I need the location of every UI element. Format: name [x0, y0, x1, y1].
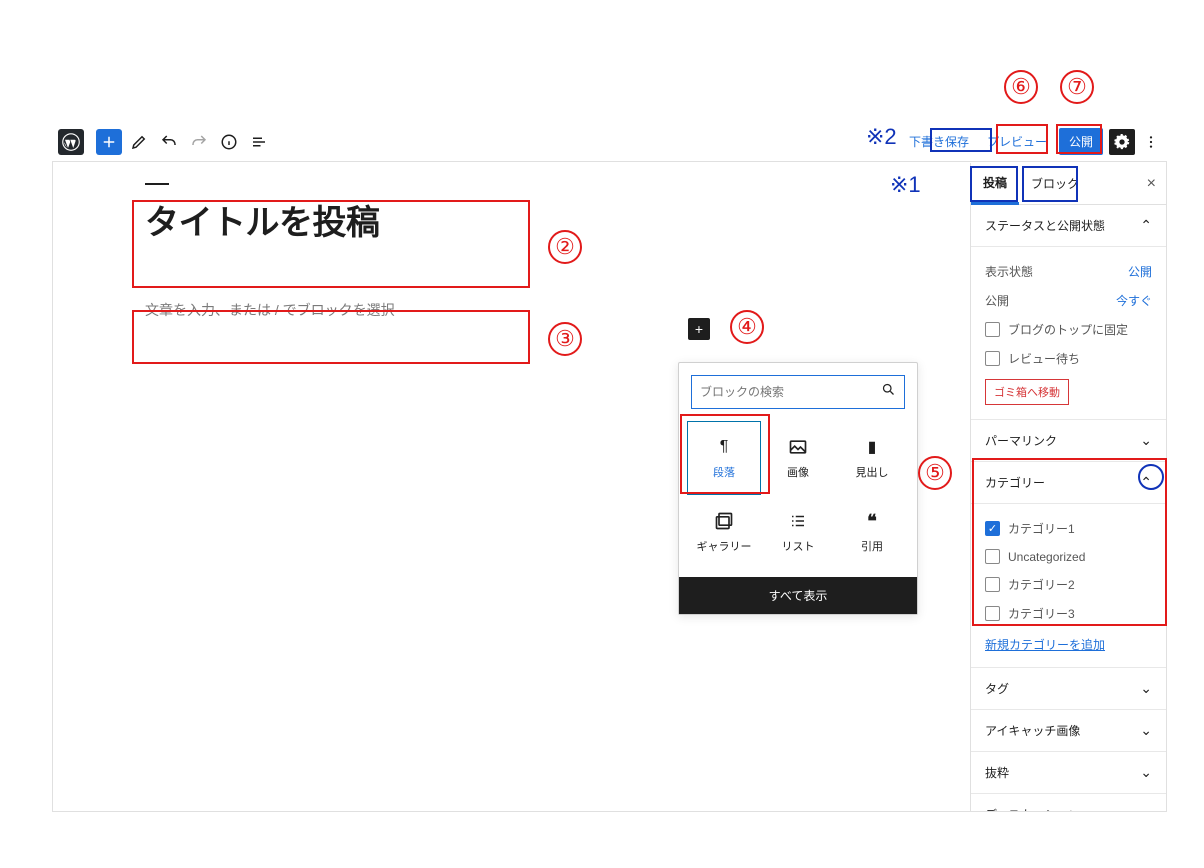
category-item[interactable]: カテゴリー2	[985, 570, 1152, 599]
chevron-down-icon: ⌄	[1140, 806, 1152, 811]
more-options-icon[interactable]	[1141, 129, 1161, 155]
chevron-down-icon: ⌄	[1140, 432, 1152, 449]
edit-mode-icon[interactable]	[126, 129, 152, 155]
block-paragraph[interactable]: ¶ 段落	[687, 421, 761, 495]
post-title-input[interactable]: タイトルを投稿	[133, 187, 563, 252]
panel-categories[interactable]: カテゴリー ⌃	[971, 462, 1166, 504]
category-item[interactable]: カテゴリー3	[985, 599, 1152, 628]
close-sidebar-icon[interactable]: ×	[1137, 175, 1166, 193]
info-icon[interactable]	[216, 129, 242, 155]
chevron-down-icon: ⌄	[1140, 722, 1152, 739]
publishdate-value[interactable]: 今すぐ	[1116, 292, 1152, 309]
block-image[interactable]: 画像	[761, 421, 835, 495]
panel-permalink[interactable]: パーマリンク ⌄	[971, 420, 1166, 462]
tab-post[interactable]: 投稿	[971, 163, 1019, 205]
panel-categories-body: ✓カテゴリー1 Uncategorized カテゴリー2 カテゴリー3 新規カテ…	[971, 504, 1166, 668]
gallery-icon	[713, 510, 735, 532]
chevron-down-icon: ⌄	[1140, 764, 1152, 781]
stick-to-top-checkbox[interactable]: ブログのトップに固定	[985, 315, 1152, 344]
block-heading[interactable]: ▮ 見出し	[835, 421, 909, 495]
settings-sidebar: 投稿 ブロック × ステータスと公開状態 ⌃ 表示状態 公開 公開 今すぐ ブロ…	[970, 163, 1166, 811]
block-inserter-popup: ¶ 段落 画像 ▮ 見出し ギャラリー リスト ❝ 引用 すべて表示	[678, 362, 918, 615]
block-search-field[interactable]	[691, 375, 905, 409]
show-all-blocks-button[interactable]: すべて表示	[679, 577, 917, 614]
add-category-link[interactable]: 新規カテゴリーを追加	[985, 636, 1105, 653]
undo-icon[interactable]	[156, 129, 182, 155]
block-search-input[interactable]	[700, 385, 881, 399]
panel-tags[interactable]: タグ ⌄	[971, 668, 1166, 710]
visibility-value[interactable]: 公開	[1128, 263, 1152, 280]
checkbox-icon	[985, 606, 1000, 621]
annotation-circle-7: ⑦	[1060, 70, 1094, 104]
visibility-label: 表示状態	[985, 263, 1033, 280]
checkbox-icon	[985, 577, 1000, 592]
save-draft-button[interactable]: 下書き保存	[903, 129, 975, 154]
editor-canvas: タイトルを投稿 文章を入力、または / でブロックを選択 投稿 ブロック × ス…	[52, 122, 1167, 812]
move-to-trash-button[interactable]: ゴミ箱へ移動	[985, 379, 1069, 405]
image-icon	[787, 436, 809, 458]
panel-status[interactable]: ステータスと公開状態 ⌃	[971, 205, 1166, 247]
chevron-up-icon: ⌃	[1140, 474, 1152, 491]
preview-button[interactable]: プレビュー	[981, 129, 1053, 154]
pending-review-checkbox[interactable]: レビュー待ち	[985, 344, 1152, 373]
category-item[interactable]: Uncategorized	[985, 543, 1152, 570]
settings-gear-icon[interactable]	[1109, 129, 1135, 155]
checkbox-icon	[985, 351, 1000, 366]
title-rule	[145, 183, 169, 185]
category-item[interactable]: ✓カテゴリー1	[985, 514, 1152, 543]
checkbox-icon: ✓	[985, 521, 1000, 536]
annotation-circle-6: ⑥	[1004, 70, 1038, 104]
paragraph-icon: ¶	[713, 436, 735, 458]
publish-button[interactable]: 公開	[1059, 128, 1103, 155]
redo-icon[interactable]	[186, 129, 212, 155]
panel-status-title: ステータスと公開状態	[985, 217, 1105, 234]
block-quote[interactable]: ❝ 引用	[835, 495, 909, 569]
checkbox-icon	[985, 549, 1000, 564]
list-icon	[787, 510, 809, 532]
heading-icon: ▮	[861, 436, 883, 458]
outline-icon[interactable]	[246, 129, 272, 155]
post-content-placeholder[interactable]: 文章を入力、または / でブロックを選択	[133, 288, 563, 332]
panel-excerpt[interactable]: 抜粋 ⌄	[971, 752, 1166, 794]
sidebar-tabs: 投稿 ブロック ×	[971, 163, 1166, 205]
checkbox-icon	[985, 322, 1000, 337]
panel-status-body: 表示状態 公開 公開 今すぐ ブログのトップに固定 レビュー待ち ゴミ箱へ移動	[971, 247, 1166, 420]
tab-block[interactable]: ブロック	[1019, 163, 1091, 205]
chevron-up-icon: ⌃	[1140, 217, 1152, 234]
panel-featured-image[interactable]: アイキャッチ画像 ⌄	[971, 710, 1166, 752]
search-icon	[881, 382, 896, 402]
quote-icon: ❝	[861, 510, 883, 532]
editor-top-toolbar: 下書き保存 プレビュー 公開	[52, 122, 1167, 162]
wordpress-logo[interactable]	[58, 129, 84, 155]
add-block-button[interactable]	[96, 129, 122, 155]
block-list[interactable]: リスト	[761, 495, 835, 569]
chevron-down-icon: ⌄	[1140, 680, 1152, 697]
publishdate-label: 公開	[985, 292, 1009, 309]
panel-discussion[interactable]: ディスカッション ⌄	[971, 794, 1166, 811]
block-gallery[interactable]: ギャラリー	[687, 495, 761, 569]
inline-add-block-icon[interactable]: +	[688, 318, 710, 340]
